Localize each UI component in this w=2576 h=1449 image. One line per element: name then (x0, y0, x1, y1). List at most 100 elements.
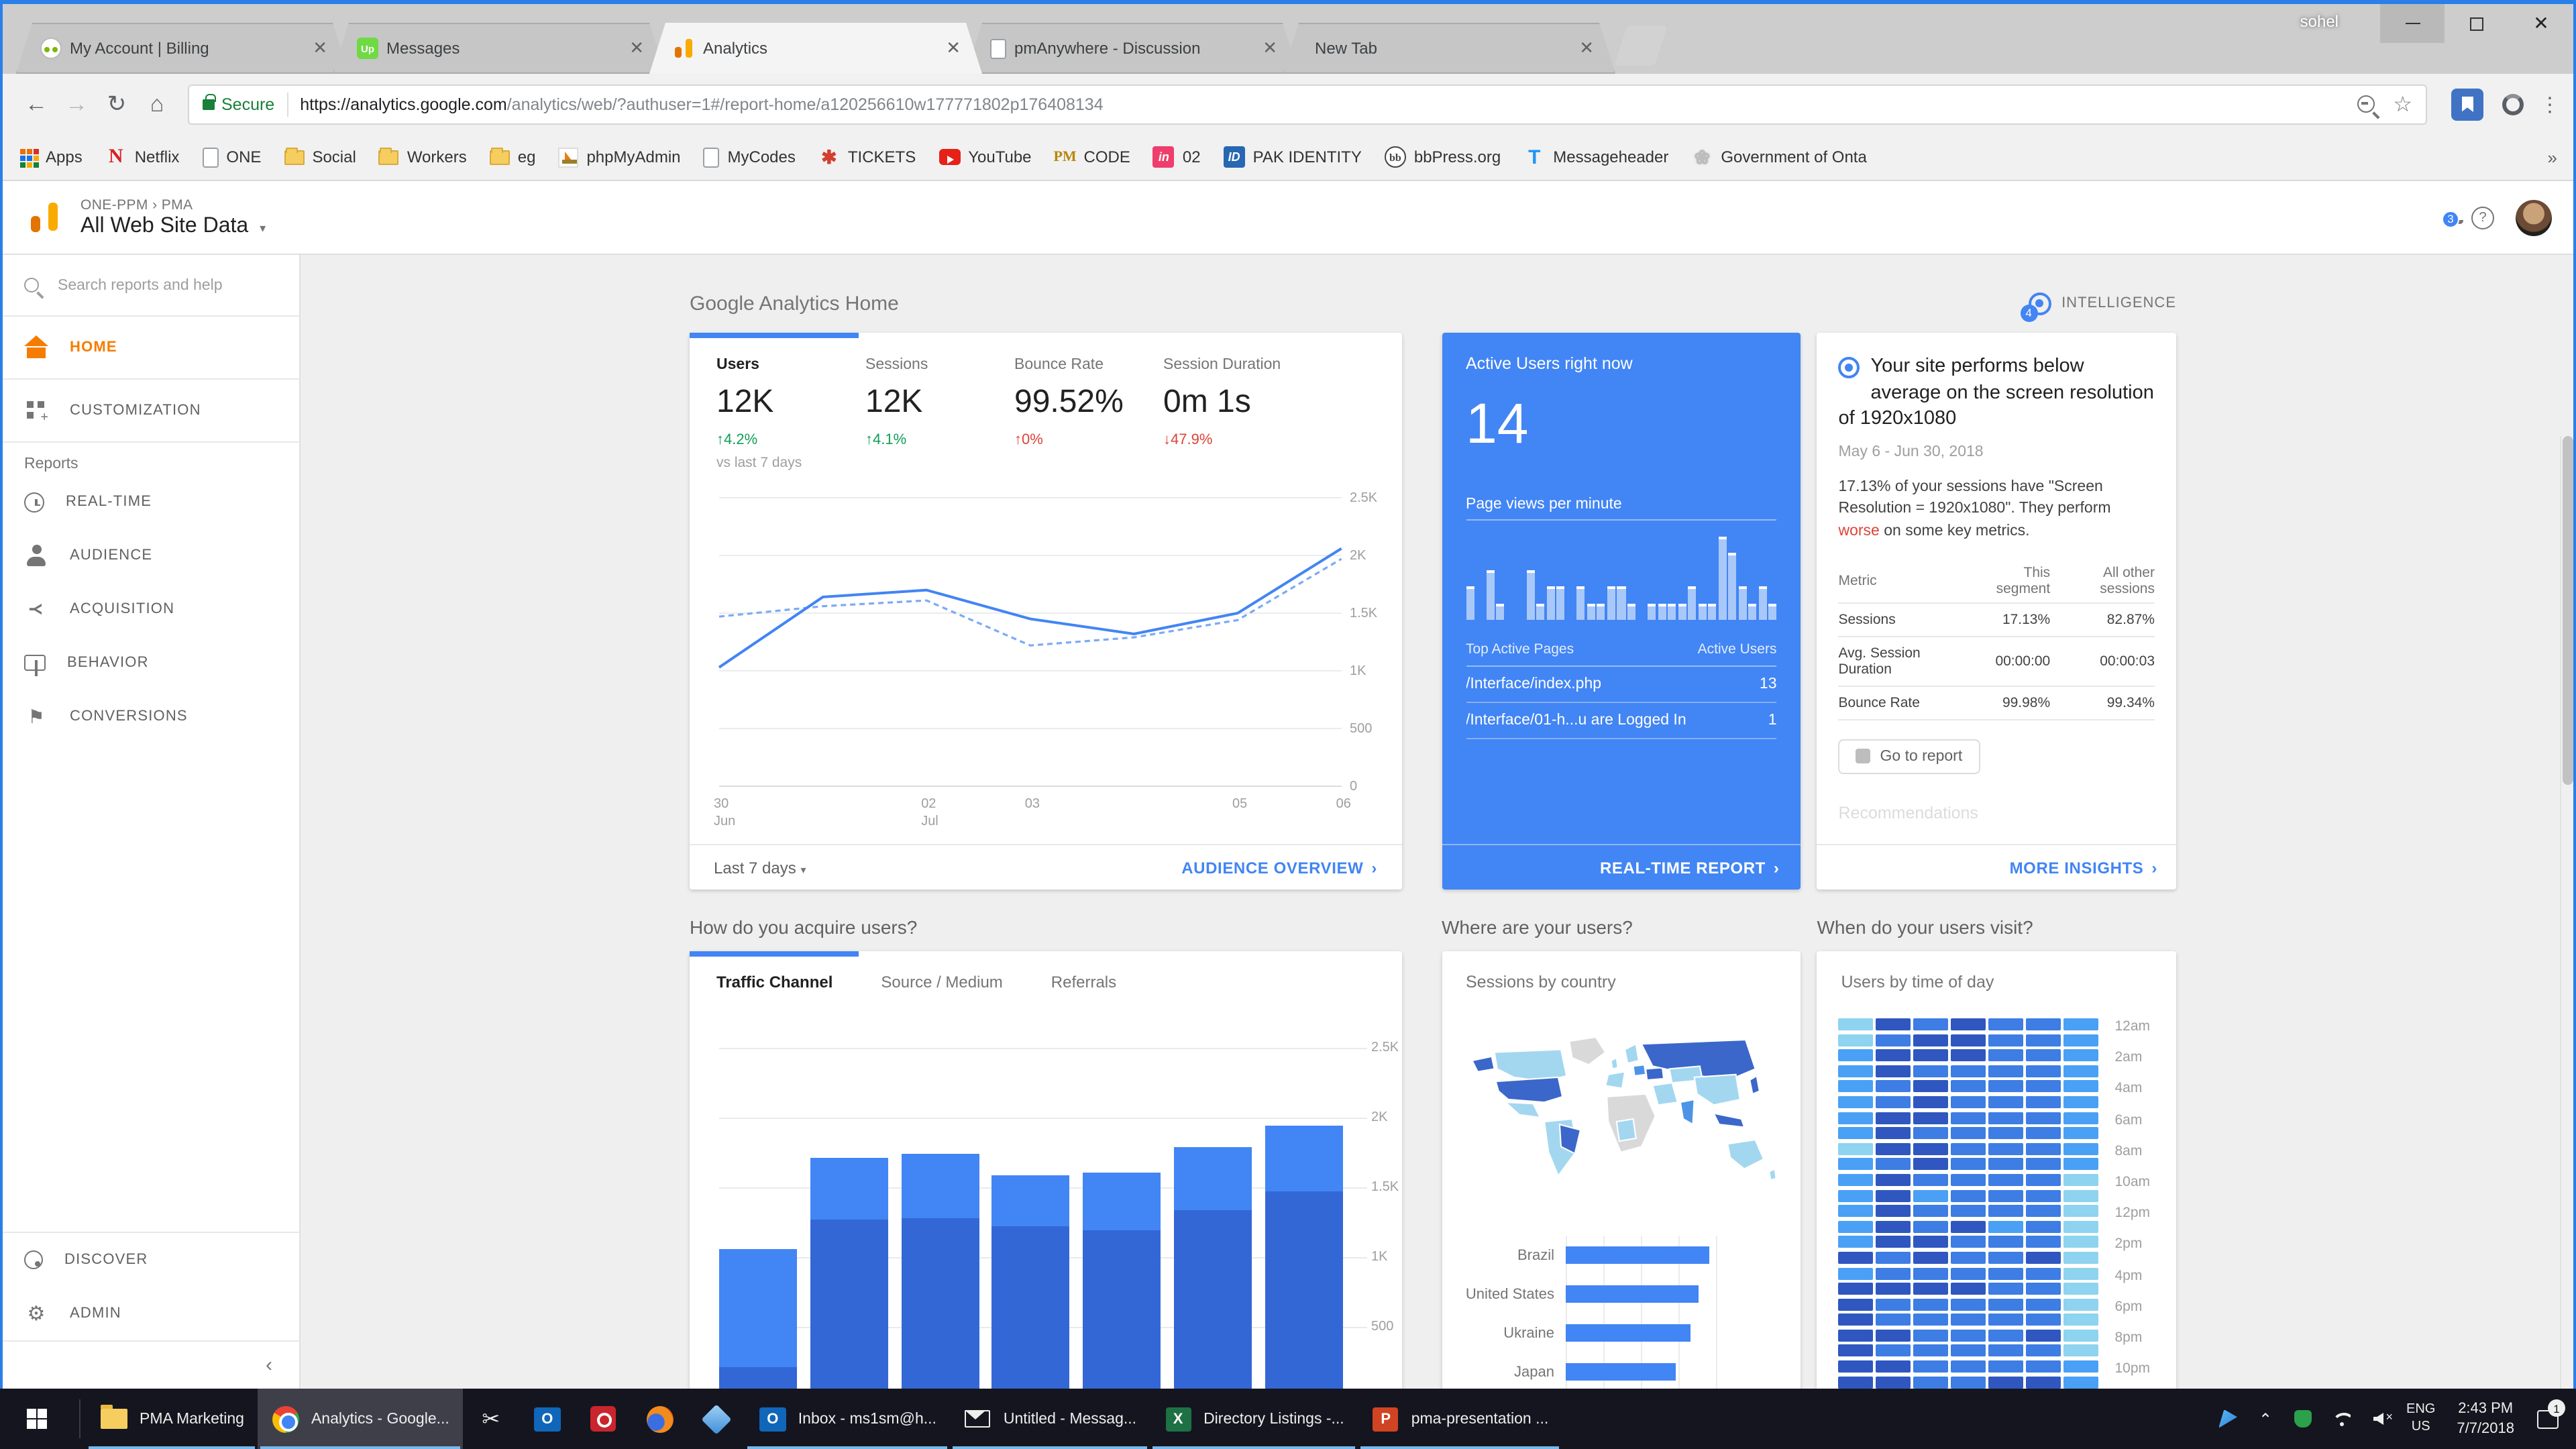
heatmap-cell[interactable] (2027, 1127, 2061, 1139)
heatmap-cell[interactable] (1951, 1034, 1986, 1046)
tray-volume-muted-icon[interactable]: × (2361, 1389, 2396, 1449)
browser-tab[interactable]: My Account | Billing✕ (16, 23, 349, 74)
country-row[interactable]: Ukraine (1442, 1313, 1801, 1352)
taskbar-clock[interactable]: 2:43 PM7/7/2018 (2446, 1399, 2525, 1438)
tray-wifi-icon[interactable] (2323, 1389, 2358, 1449)
heatmap-cell[interactable] (1989, 1283, 2024, 1295)
heatmap-cell[interactable] (1839, 1049, 1874, 1061)
bookmark-extension-icon[interactable] (2451, 88, 2483, 120)
taskbar-app-mail[interactable]: Untitled - Messag... (950, 1389, 1150, 1449)
heatmap-cell[interactable] (2027, 1267, 2061, 1279)
heatmap-cell[interactable] (1989, 1298, 2024, 1310)
language-indicator[interactable]: ENGUS (2398, 1402, 2443, 1436)
bookmark-star-icon[interactable]: ☆ (2393, 91, 2412, 117)
heatmap-cell[interactable] (2064, 1345, 2099, 1357)
heatmap-cell[interactable] (2064, 1159, 2099, 1171)
metric-tab-sessions[interactable]: Sessions12K↑4.1% (865, 357, 1014, 471)
heatmap-cell[interactable] (2027, 1159, 2061, 1171)
heatmap-cell[interactable] (2027, 1252, 2061, 1264)
tray-antivirus-icon[interactable] (2286, 1389, 2320, 1449)
tab-close-icon[interactable]: ✕ (1576, 38, 1597, 59)
tab-close-icon[interactable]: ✕ (627, 38, 647, 59)
intelligence-button[interactable]: 4 INTELLIGENCE (2028, 292, 2176, 315)
heatmap-cell[interactable] (1989, 1018, 2024, 1030)
metric-tab-bounce-rate[interactable]: Bounce Rate99.52%↑0% (1014, 357, 1163, 471)
heatmap-cell[interactable] (1951, 1127, 1986, 1139)
forward-button[interactable]: → (56, 91, 97, 117)
heatmap-cell[interactable] (1876, 1220, 1911, 1232)
heatmap-cell[interactable] (1839, 1127, 1874, 1139)
heatmap-cell[interactable] (1951, 1065, 1986, 1077)
heatmap-cell[interactable] (2027, 1314, 2061, 1326)
heatmap-cell[interactable] (1876, 1081, 1911, 1093)
heatmap-cell[interactable] (1951, 1360, 1986, 1373)
heatmap-cell[interactable] (1839, 1205, 1874, 1217)
bookmark-item[interactable]: bbbbPress.org (1385, 146, 1501, 168)
bookmark-item[interactable]: ✱TICKETS (818, 146, 916, 168)
heatmap-cell[interactable] (2064, 1034, 2099, 1046)
bookmark-item[interactable]: phpMyAdmin (558, 147, 680, 167)
heatmap-cell[interactable] (2027, 1236, 2061, 1248)
heatmap-cell[interactable] (1989, 1360, 2024, 1373)
heatmap-cell[interactable] (2027, 1189, 2061, 1201)
heatmap-cell[interactable] (1989, 1034, 2024, 1046)
country-row[interactable]: Brazil (1442, 1236, 1801, 1275)
home-button[interactable]: ⌂ (137, 91, 177, 117)
heatmap-cell[interactable] (2064, 1049, 2099, 1061)
heatmap-cell[interactable] (1839, 1283, 1874, 1295)
heatmap-cell[interactable] (1876, 1330, 1911, 1342)
sidebar-item-conversions[interactable]: ⚑CONVERSIONS (3, 690, 299, 743)
heatmap-cell[interactable] (2027, 1360, 2061, 1373)
heatmap-cell[interactable] (2027, 1018, 2061, 1030)
heatmap-cell[interactable] (2027, 1112, 2061, 1124)
heatmap-cell[interactable] (2064, 1330, 2099, 1342)
heatmap-cell[interactable] (1839, 1252, 1874, 1264)
breadcrumb-property[interactable]: PMA (162, 197, 193, 213)
heatmap-cell[interactable] (1876, 1376, 1911, 1388)
heatmap-cell[interactable] (1989, 1065, 2024, 1077)
sidebar-item-behavior[interactable]: BEHAVIOR (3, 636, 299, 690)
heatmap-cell[interactable] (2064, 1236, 2099, 1248)
heatmap-cell[interactable] (1951, 1081, 1986, 1093)
heatmap-cell[interactable] (2064, 1081, 2099, 1093)
analytics-logo-icon[interactable] (27, 200, 62, 235)
bookmark-item[interactable]: ONE (202, 147, 261, 167)
maximize-button[interactable] (2445, 4, 2509, 43)
scrollbar-thumb[interactable] (2563, 436, 2573, 785)
active-page-row[interactable]: /Interface/index.php13 (1466, 667, 1777, 703)
account-picker[interactable]: ONE-PPM › PMA All Web Site Data ▾ (80, 197, 266, 238)
sidebar-item-audience[interactable]: AUDIENCE (3, 529, 299, 582)
browser-tab[interactable]: pmAnywhere - Discussion✕ (966, 23, 1299, 74)
heatmap-cell[interactable] (2064, 1127, 2099, 1139)
sidebar-item-admin[interactable]: ⚙ADMIN (3, 1287, 299, 1340)
browser-tab[interactable]: New Tab✕ (1283, 23, 1615, 74)
heatmap-cell[interactable] (1839, 1096, 1874, 1108)
heatmap-cell[interactable] (1951, 1330, 1986, 1342)
heatmap-cell[interactable] (1989, 1174, 2024, 1186)
heatmap-cell[interactable] (2064, 1112, 2099, 1124)
help-button[interactable]: ? (2471, 207, 2494, 229)
heatmap-cell[interactable] (2064, 1096, 2099, 1108)
heatmap-cell[interactable] (1839, 1112, 1874, 1124)
heatmap-cell[interactable] (1951, 1112, 1986, 1124)
avatar[interactable] (2516, 200, 2552, 236)
heatmap-cell[interactable] (2027, 1345, 2061, 1357)
tab-traffic-channel[interactable]: Traffic Channel (716, 973, 833, 991)
heatmap-cell[interactable] (1876, 1049, 1911, 1061)
bookmark-item[interactable]: Workers (379, 148, 467, 166)
heatmap-cell[interactable] (1951, 1314, 1986, 1326)
heatmap-cell[interactable] (1989, 1236, 2024, 1248)
heatmap-cell[interactable] (2064, 1267, 2099, 1279)
heatmap-cell[interactable] (2027, 1096, 2061, 1108)
bookmark-item[interactable]: YouTube (938, 148, 1031, 166)
sidebar-item-customization[interactable]: CUSTOMIZATION (3, 380, 299, 441)
heatmap-cell[interactable] (1989, 1096, 2024, 1108)
heatmap-cell[interactable] (1914, 1376, 1949, 1388)
close-button[interactable]: ✕ (2509, 4, 2573, 43)
heatmap-cell[interactable] (1914, 1345, 1949, 1357)
heatmap-cell[interactable] (2027, 1081, 2061, 1093)
heatmap-cell[interactable] (2064, 1065, 2099, 1077)
heatmap-cell[interactable] (1951, 1376, 1986, 1388)
heatmap-cell[interactable] (1839, 1314, 1874, 1326)
address-bar[interactable]: Secure https://analytics.google.com/anal… (188, 84, 2427, 124)
